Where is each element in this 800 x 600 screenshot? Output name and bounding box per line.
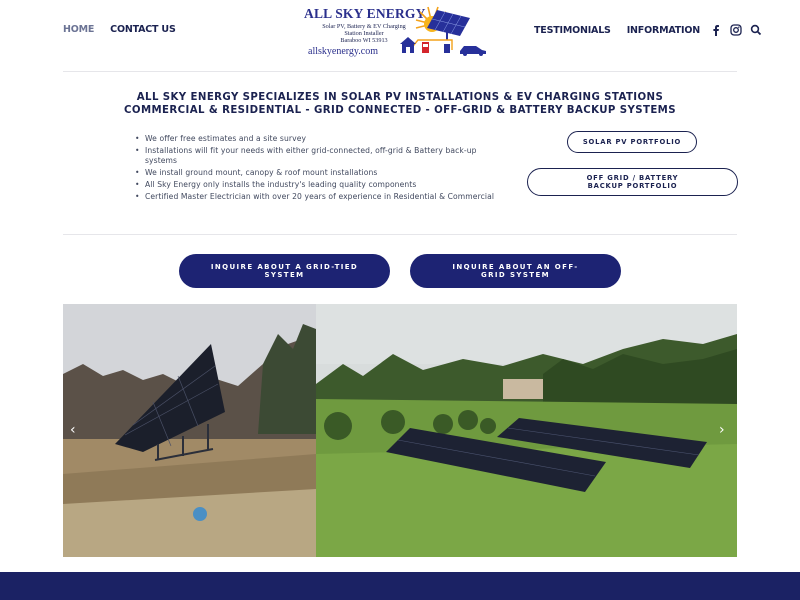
slide-field-array-photo xyxy=(316,304,737,557)
list-item: We install ground mount, canopy & roof m… xyxy=(135,168,505,178)
list-item: Installations will fit your needs with e… xyxy=(135,146,505,165)
inquire-off-grid-label: INQUIRE ABOUT AN OFF-GRID SYSTEM xyxy=(452,262,579,280)
facebook-icon[interactable] xyxy=(710,24,722,36)
nav-right: TESTIMONIALS INFORMATION xyxy=(534,24,762,36)
offgrid-portfolio-label: OFF GRID / BATTERY BACKUP PORTFOLIO xyxy=(586,174,679,190)
instagram-icon[interactable] xyxy=(730,24,742,36)
headline-line-2: COMMERCIAL & RESIDENTIAL - GRID CONNECTE… xyxy=(124,105,676,116)
footer-band xyxy=(0,572,800,600)
headline-line-1: ALL SKY ENERGY SPECIALIZES IN SOLAR PV I… xyxy=(136,92,664,103)
services-list: We offer free estimates and a site surve… xyxy=(135,134,505,204)
nav-left: HOME CONTACT US xyxy=(63,24,176,35)
social-links xyxy=(710,24,762,36)
list-item: We offer free estimates and a site surve… xyxy=(135,134,505,144)
inquire-grid-tied-label: INQUIRE ABOUT A GRID-TIED SYSTEM xyxy=(210,262,359,280)
chevron-left-icon[interactable]: ‹ xyxy=(70,422,76,438)
site-logo[interactable]: ALL SKY ENERGY Solar PV, Battery & EV Ch… xyxy=(300,4,505,62)
solar-pv-portfolio-button[interactable]: SOLAR PV PORTFOLIO xyxy=(567,131,697,153)
header-divider xyxy=(63,71,737,72)
site-header: HOME CONTACT US ALL SKY ENERGY Solar PV,… xyxy=(0,0,800,70)
image-slider[interactable] xyxy=(63,304,737,557)
logo-url: allskyenergy.com xyxy=(308,46,378,57)
nav-testimonials[interactable]: TESTIMONIALS xyxy=(534,25,611,36)
search-icon[interactable] xyxy=(750,24,762,36)
list-item: All Sky Energy only installs the industr… xyxy=(135,180,505,190)
inquire-off-grid-button[interactable]: INQUIRE ABOUT AN OFF-GRID SYSTEM xyxy=(410,254,621,288)
slide-ground-mount-photo xyxy=(63,304,316,557)
offgrid-portfolio-button[interactable]: OFF GRID / BATTERY BACKUP PORTFOLIO xyxy=(527,168,738,196)
nav-contact[interactable]: CONTACT US xyxy=(110,24,176,35)
chevron-right-icon[interactable]: › xyxy=(719,422,725,438)
list-item: Certified Master Electrician with over 2… xyxy=(135,192,505,202)
inquire-grid-tied-button[interactable]: INQUIRE ABOUT A GRID-TIED SYSTEM xyxy=(179,254,390,288)
nav-home[interactable]: HOME xyxy=(63,24,94,35)
logo-solar-icon xyxy=(400,6,486,56)
nav-information[interactable]: INFORMATION xyxy=(627,25,700,36)
section-divider xyxy=(63,234,737,235)
slider-photos xyxy=(63,304,737,557)
intro-headline: ALL SKY ENERGY SPECIALIZES IN SOLAR PV I… xyxy=(63,91,737,117)
